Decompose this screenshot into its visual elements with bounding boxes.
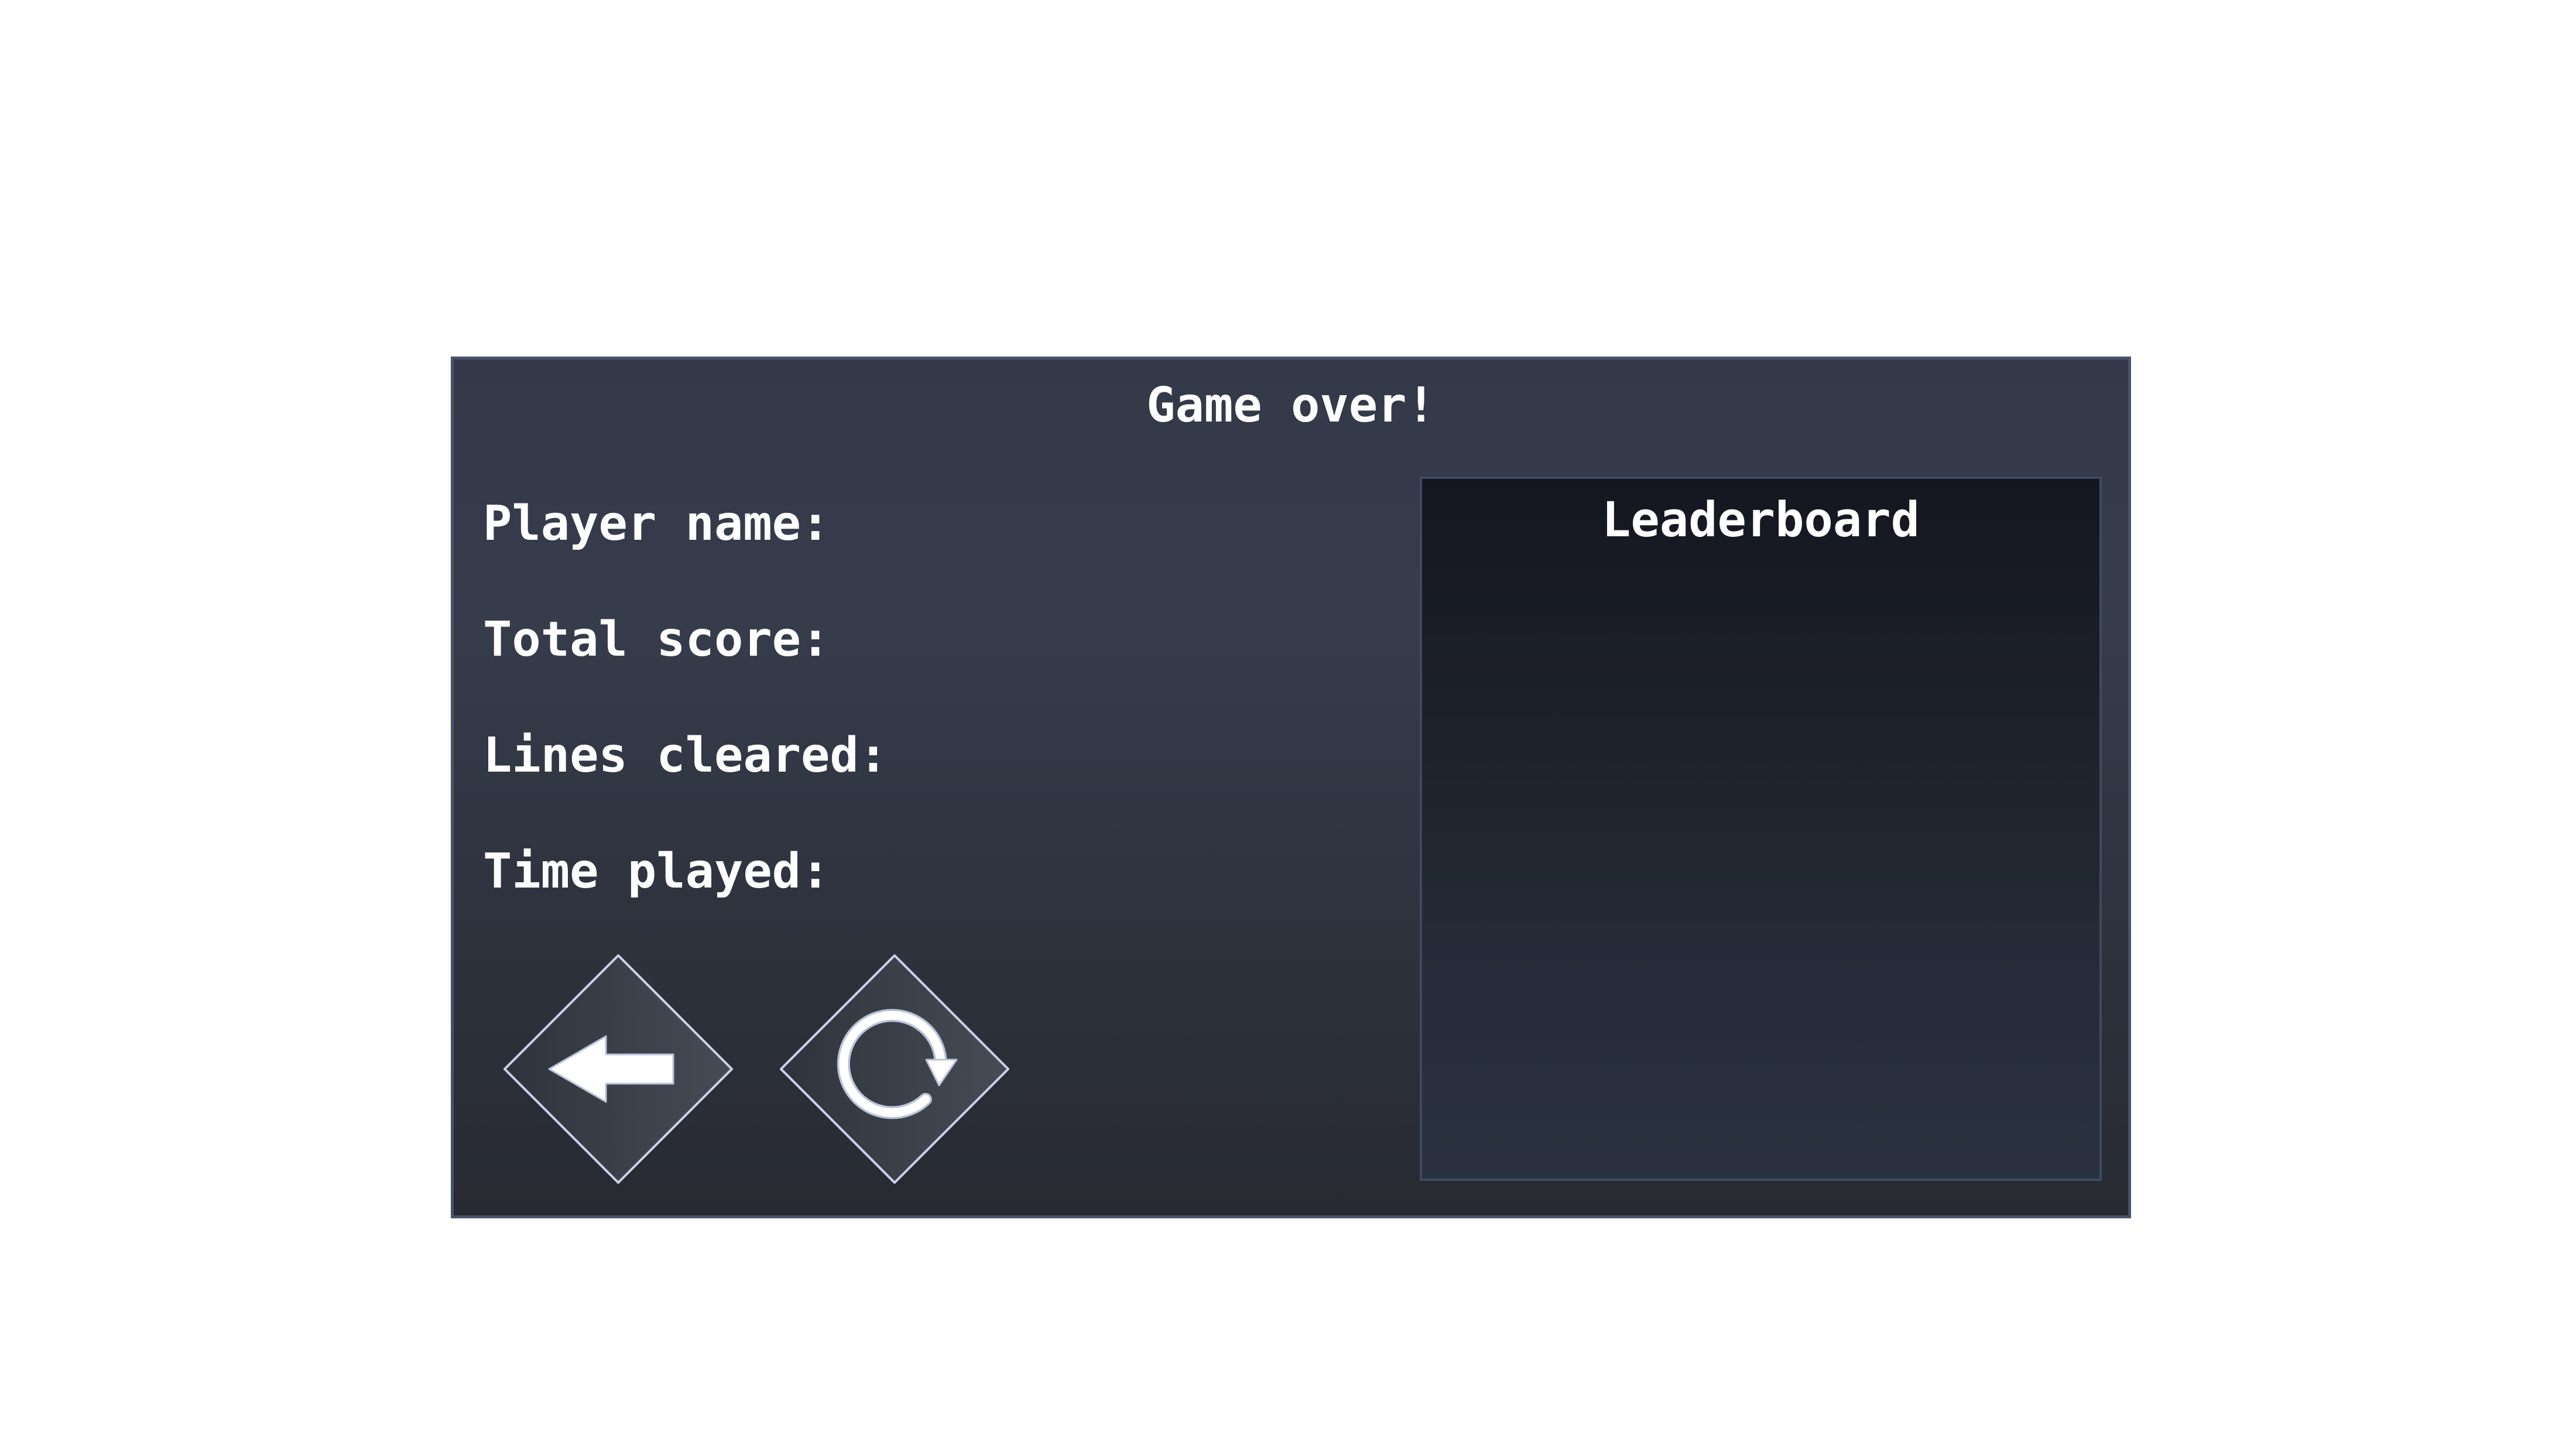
- time-played-label: Time played:: [483, 844, 830, 899]
- time-played-row: Time played:: [483, 848, 847, 896]
- back-button-shape: [503, 954, 733, 1184]
- restart-button[interactable]: [780, 954, 1009, 1184]
- leaderboard-panel: Leaderboard: [1420, 477, 2102, 1181]
- lines-cleared-label: Lines cleared:: [483, 728, 888, 783]
- game-over-dialog: Game over! Player name: Total score: Lin…: [451, 357, 2131, 1218]
- restart-button-shape: [780, 954, 1009, 1184]
- leaderboard-title: Leaderboard: [1601, 492, 1920, 548]
- player-name-label: Player name:: [483, 496, 830, 551]
- total-score-label: Total score:: [483, 612, 830, 667]
- back-button[interactable]: [503, 954, 733, 1184]
- total-score-row: Total score:: [483, 616, 847, 664]
- player-name-row: Player name:: [483, 500, 847, 548]
- lines-cleared-row: Lines cleared:: [483, 732, 905, 780]
- dialog-title: Game over!: [1146, 378, 1436, 433]
